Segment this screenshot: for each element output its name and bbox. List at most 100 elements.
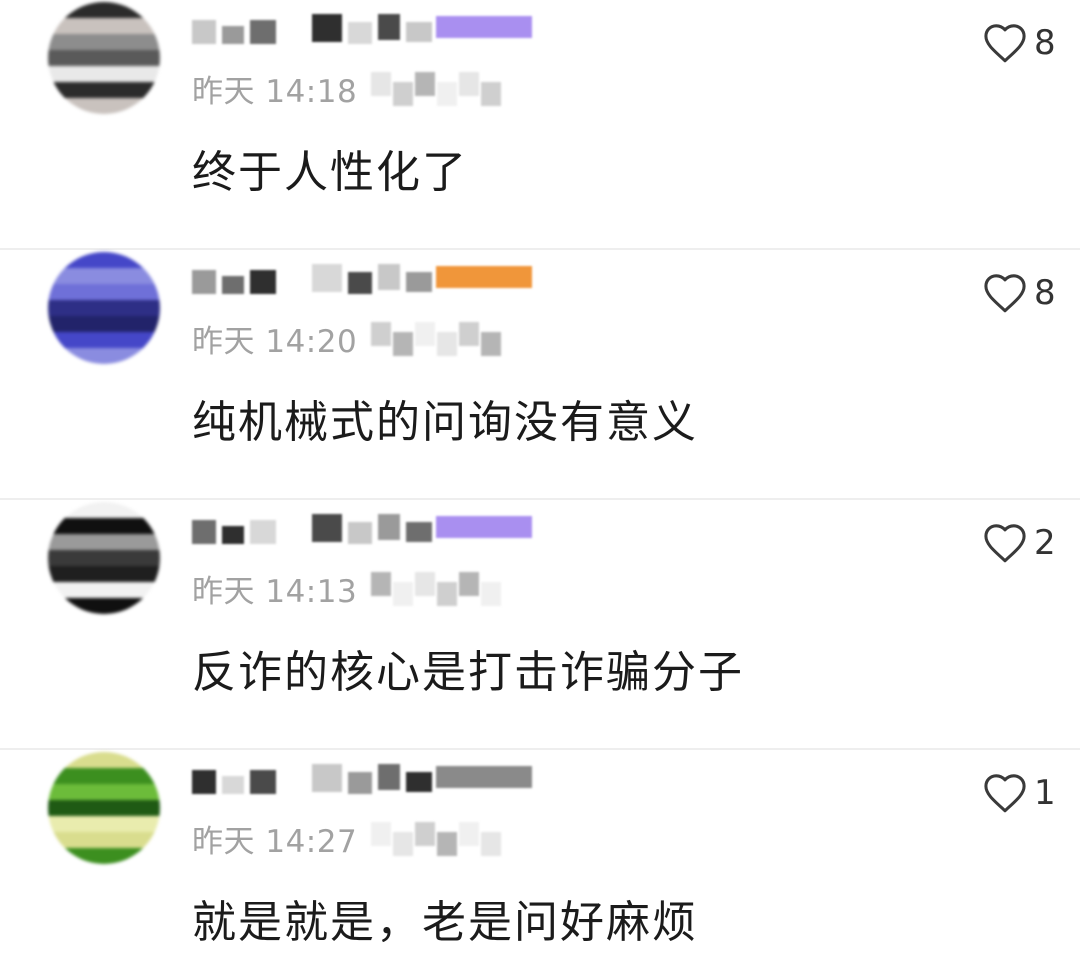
avatar-pixel [112,316,128,332]
location-pixel [481,582,502,606]
username-pixel [312,764,342,792]
avatar[interactable] [48,502,160,614]
comment-text[interactable]: 纯机械式的问询没有意义 [192,386,698,450]
like-button[interactable]: 1 [982,770,1056,816]
avatar-pixel [64,284,80,300]
username-pixel [378,764,400,790]
avatar-pixel [144,50,160,66]
like-button[interactable]: 8 [982,270,1056,316]
avatar-pixel [80,268,96,284]
avatar-pixel [128,252,144,268]
avatar-pixel [128,300,144,316]
avatar-pixel [64,316,80,332]
avatar-pixel [112,300,128,316]
avatar-pixel [48,252,64,268]
avatar-pixel [80,50,96,66]
avatar-pixel [48,300,64,316]
avatar-pixel [48,34,64,50]
avatar-pixel [144,348,160,364]
like-button[interactable]: 8 [982,20,1056,66]
avatar-pixel [128,98,144,114]
avatar-pixel [112,2,128,18]
avatar-pixel [144,816,160,832]
avatar-pixel [80,534,96,550]
avatar-pixel [96,598,112,614]
avatar-pixel [80,518,96,534]
location-blurred [371,820,511,856]
avatar-pixel [48,98,64,114]
username-pixel [406,22,432,42]
username-pixel [406,272,432,292]
avatar-pixel [48,316,64,332]
avatar-pixel [96,18,112,34]
avatar-pixel [48,50,64,66]
comment-item: 昨天 14:18 终于人性化了 8 [0,0,1080,248]
username-pixel [312,514,342,542]
avatar-pixel [112,66,128,82]
username-pixel [222,26,244,44]
comment-text[interactable]: 终于人性化了 [192,136,468,200]
avatar-pixel [64,534,80,550]
avatar-pixel [80,284,96,300]
comment-text[interactable]: 就是就是，老是问好麻烦 [192,886,698,950]
comment-meta: 昨天 14:20 [192,318,511,360]
avatar-pixel [64,2,80,18]
avatar-pixel [64,832,80,848]
avatar-pixel [64,598,80,614]
location-pixel [371,822,392,846]
avatar-pixel [144,800,160,816]
username-pixel [222,526,244,544]
location-pixel [437,832,458,856]
avatar-pixel [144,534,160,550]
avatar-pixel [80,598,96,614]
comment-text[interactable]: 反诈的核心是打击诈骗分子 [192,636,744,700]
location-pixel [459,72,480,96]
comment-item: 昨天 14:27 就是就是，老是问好麻烦 1 [0,748,1080,972]
avatar-pixel [64,768,80,784]
avatar-pixel [144,82,160,98]
location-pixel [393,332,414,356]
avatar-pixel [64,252,80,268]
avatar-pixel [48,18,64,34]
username-blurred[interactable] [192,512,612,552]
avatar-pixel [96,316,112,332]
username-pixel [378,514,400,540]
avatar-pixel [48,582,64,598]
username-blurred[interactable] [192,12,612,52]
avatar[interactable] [48,2,160,114]
avatar-pixel [80,566,96,582]
username-blurred[interactable] [192,262,612,302]
username-pixel [222,276,244,294]
avatar-pixel [96,66,112,82]
location-blurred [371,570,511,606]
avatar-pixel [96,816,112,832]
avatar-pixel [96,566,112,582]
avatar-pixel [144,66,160,82]
avatar-pixel [48,268,64,284]
avatar-pixel [144,832,160,848]
avatar-pixel [64,502,80,518]
avatar-pixel [96,284,112,300]
avatar-pixel [80,34,96,50]
username-pixel [250,520,276,544]
avatar-pixel [48,518,64,534]
avatar-pixel [64,800,80,816]
avatar-pixel [128,348,144,364]
avatar-pixel [64,300,80,316]
avatar-pixel [112,832,128,848]
like-button[interactable]: 2 [982,520,1056,566]
avatar-pixel [144,34,160,50]
avatar-pixel [144,550,160,566]
avatar-pixel [64,566,80,582]
avatar-pixel [144,332,160,348]
username-pixel [192,270,216,294]
location-blurred [371,70,511,106]
comment-time: 昨天 14:18 [192,73,358,110]
username-blurred[interactable] [192,762,612,802]
avatar-pixel [96,50,112,66]
avatar[interactable] [48,752,160,864]
avatar[interactable] [48,252,160,364]
avatar-pixel [144,582,160,598]
username-pixel [378,14,400,40]
location-pixel [415,322,436,346]
